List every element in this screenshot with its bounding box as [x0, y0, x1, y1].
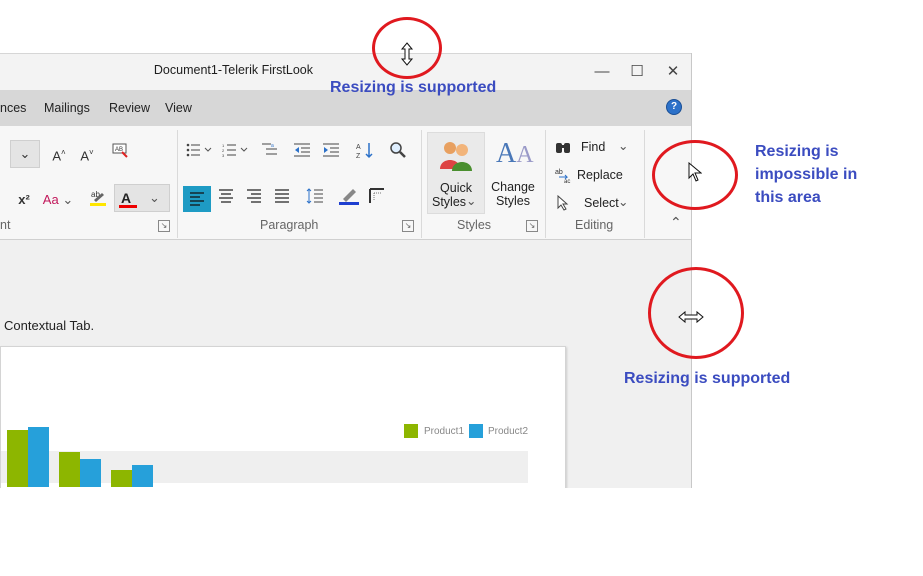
line-spacing-icon[interactable] — [305, 187, 325, 207]
chart-bar-product1-1 — [7, 430, 28, 487]
paragraph-group-label: Paragraph — [260, 218, 319, 232]
borders-icon[interactable] — [367, 187, 387, 207]
font-color-button[interactable]: A ⌄ — [114, 184, 170, 212]
app-window: Document1-Telerik FirstLook — ☐ ✕ nces M… — [0, 53, 692, 488]
chart-bar-product1-3 — [111, 470, 132, 487]
superscript-button[interactable]: x² — [16, 190, 32, 210]
search-icon[interactable] — [388, 141, 408, 161]
chart-bar-product2-3 — [132, 465, 153, 487]
tab-view[interactable]: View — [165, 101, 192, 115]
svg-text:ab: ab — [555, 169, 563, 176]
chart-bar-product2-1 — [28, 427, 49, 487]
bullets-icon[interactable] — [186, 143, 214, 163]
change-styles-icon: AA — [496, 138, 534, 169]
maximize-button[interactable]: ☐ — [625, 61, 649, 83]
vertical-resize-cursor-icon — [400, 42, 414, 70]
multilevel-list-icon[interactable]: a — [260, 142, 280, 162]
shading-icon[interactable] — [338, 187, 360, 207]
find-button[interactable]: Find ⌄ — [555, 138, 635, 158]
chevron-down-icon: ⌄ — [618, 195, 629, 209]
justify-icon[interactable] — [272, 189, 292, 209]
horizontal-resize-cursor-icon — [678, 308, 704, 328]
text-effects-button[interactable]: Aa ⌄ — [41, 190, 75, 210]
styles-group-label: Styles — [457, 218, 492, 232]
tab-review[interactable]: Review — [109, 101, 150, 115]
pointer-icon — [557, 195, 569, 211]
svg-text:A: A — [356, 144, 361, 151]
tab-mailings[interactable]: Mailings — [44, 101, 90, 115]
close-button[interactable]: ✕ — [661, 61, 685, 83]
select-button[interactable]: Select ⌄ — [555, 194, 635, 214]
svg-text:ac: ac — [564, 179, 570, 183]
tab-references[interactable]: nces — [0, 101, 26, 115]
group-separator — [545, 130, 546, 238]
legend-label-product1: Product1 — [424, 426, 465, 437]
editing-group-label: Editing — [575, 218, 614, 232]
svg-text:AB: AB — [115, 147, 123, 153]
legend-swatch-product2 — [469, 424, 483, 438]
chevron-down-icon: ⌄ — [618, 139, 629, 153]
font-dialog-launcher-icon[interactable]: ↘ — [158, 220, 170, 232]
collapse-ribbon-icon[interactable]: ⌃ — [670, 214, 682, 231]
annotation-right-text: Resizing is impossible in this area — [755, 143, 858, 206]
group-separator — [644, 130, 645, 238]
align-right-icon[interactable] — [244, 189, 264, 209]
change-styles-button[interactable]: AA Change Styles — [486, 132, 540, 212]
align-left-button[interactable] — [183, 186, 211, 212]
font-group-label: nt — [0, 218, 11, 232]
svg-text:3: 3 — [222, 153, 225, 157]
svg-text:a: a — [271, 143, 274, 149]
legend-label-product2: Product2 — [488, 426, 529, 437]
clear-formatting-icon[interactable]: AB — [110, 142, 132, 162]
chevron-down-icon: ⌄ — [466, 194, 477, 208]
chart-bar-product2-2 — [80, 459, 101, 487]
svg-text:Z: Z — [356, 153, 361, 159]
people-icon — [440, 142, 472, 171]
document-text: Contextual Tab. — [4, 318, 95, 333]
binoculars-icon — [556, 143, 570, 153]
shrink-font-button[interactable]: A˅ — [78, 143, 96, 163]
help-icon[interactable]: ? — [666, 99, 682, 115]
window-title: Document1-Telerik FirstLook — [153, 63, 313, 77]
paragraph-dialog-launcher-icon[interactable]: ↘ — [402, 220, 414, 232]
document-area[interactable]: Contextual Tab. Product1 Product2 — [0, 240, 691, 488]
replace-button[interactable]: ab ac Replace — [555, 166, 635, 186]
align-center-icon[interactable] — [216, 189, 236, 209]
chevron-down-icon: ⌄ — [149, 190, 160, 205]
chart-bar-product1-2 — [59, 452, 80, 487]
ribbon: ⌄ A˄ A˅ AB x² Aa ⌄ ab A ⌄ nt ↘ 123 a A Z… — [0, 126, 691, 240]
group-separator — [421, 130, 422, 238]
highlight-icon[interactable]: ab — [88, 188, 108, 208]
group-separator — [177, 130, 178, 238]
numbering-icon[interactable]: 123 — [222, 143, 250, 163]
styles-dialog-launcher-icon[interactable]: ↘ — [526, 220, 538, 232]
chevron-down-icon: ⌄ — [62, 192, 74, 207]
annotation-top-text: Resizing is supported — [330, 79, 497, 96]
sort-icon[interactable]: AZ — [355, 141, 375, 161]
document-page[interactable]: Product1 Product2 — [0, 346, 566, 488]
replace-icon: abac — [555, 169, 570, 183]
increase-indent-icon[interactable] — [321, 142, 341, 162]
chevron-down-icon: ⌄ — [19, 146, 31, 161]
font-size-dropdown[interactable]: ⌄ — [10, 140, 40, 168]
legend-swatch-product1 — [404, 424, 418, 438]
decrease-indent-icon[interactable] — [292, 142, 312, 162]
grow-font-button[interactable]: A˄ — [50, 143, 68, 163]
annotation-bottom-text: Resizing is supported — [624, 370, 791, 387]
arrow-cursor-icon — [688, 161, 703, 186]
minimize-button[interactable]: — — [590, 61, 614, 83]
font-color-swatch — [119, 205, 137, 208]
quick-styles-button[interactable]: Quick Styles ⌄ — [427, 132, 485, 214]
